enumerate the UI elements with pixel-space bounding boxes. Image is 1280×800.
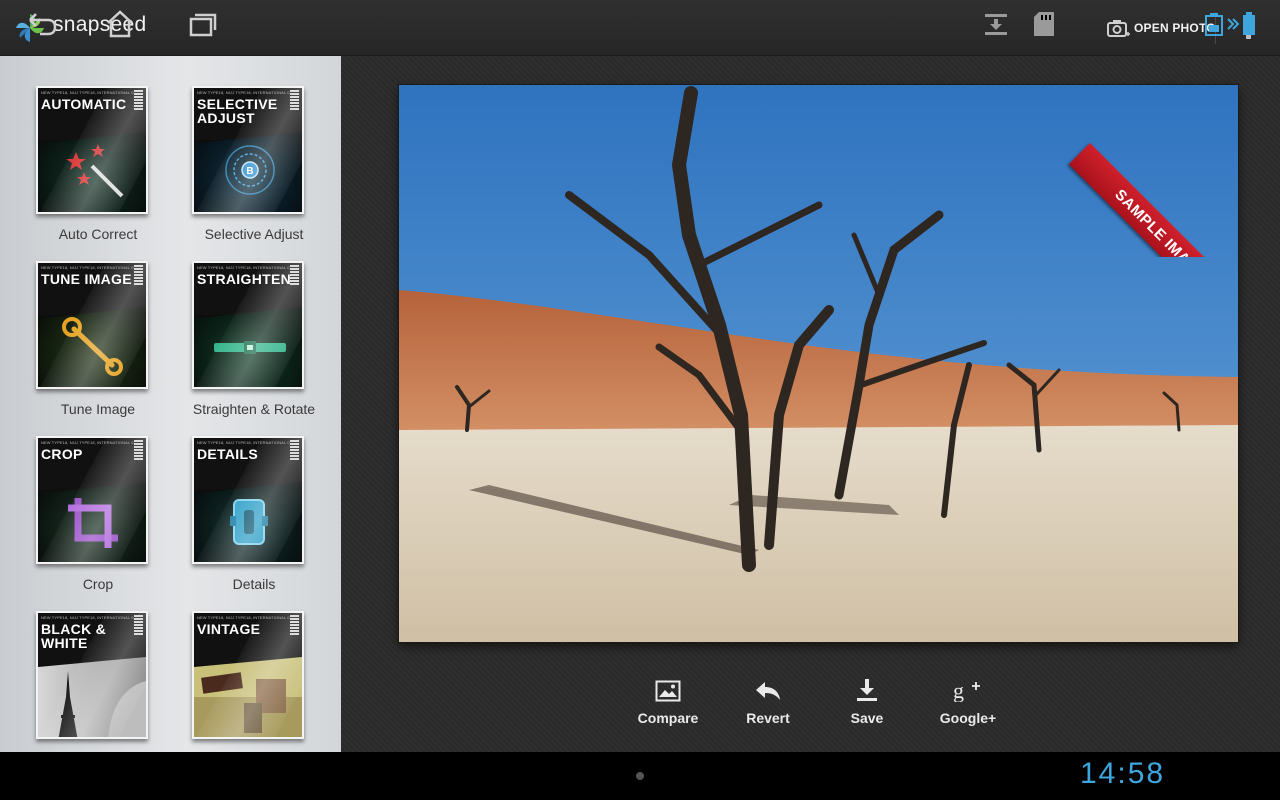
- card-label: AUTOMATIC: [41, 96, 127, 112]
- card-label: TUNE IMAGE: [41, 271, 132, 287]
- tool-card[interactable]: NEW TYPE18, NIJJ TYPE18, INTERNATIONAL 0…: [36, 261, 148, 389]
- compare-label: Compare: [637, 710, 699, 726]
- tool-name: Crop: [82, 576, 114, 592]
- google-plus-button[interactable]: g Google+: [918, 672, 1018, 732]
- camera-add-icon: [1107, 20, 1130, 37]
- keyboard-battery-icon: [1205, 13, 1223, 36]
- home-button[interactable]: [100, 8, 140, 40]
- tool-card[interactable]: NEW TYPE18, NIJJ TYPE18, INTERNATIONAL 0…: [36, 86, 148, 214]
- tool-card[interactable]: NEW TYPE18, NIJJ TYPE18, INTERNATIONAL 0…: [192, 261, 304, 389]
- recent-apps-icon: [189, 13, 217, 37]
- tool-card[interactable]: B NEW TYPE18, NIJJ TYPE18, INTERNATIONAL…: [192, 86, 304, 214]
- tool-card[interactable]: NEW TYPE18, NIJJ TYPE18, INTERNATIONAL 0…: [192, 436, 304, 564]
- back-button[interactable]: [22, 8, 62, 40]
- home-icon: [107, 10, 133, 38]
- chevrons-icon: [1227, 18, 1240, 30]
- card-label: BLACK & WHITE: [41, 621, 107, 651]
- revert-button[interactable]: Revert: [718, 672, 818, 732]
- card-fine-print: NEW TYPE18, NIJJ TYPE18, INTERNATIONAL 0: [197, 265, 290, 270]
- card-label: CROP: [41, 446, 83, 462]
- tool-card[interactable]: NEW TYPE18, NIJJ TYPE18, INTERNATIONAL 0…: [192, 611, 304, 739]
- image-icon: [655, 680, 681, 702]
- tool-name: Details: [232, 576, 276, 592]
- download-notification[interactable]: [982, 8, 1010, 40]
- card-fine-print: NEW TYPE18, NIJJ TYPE18, INTERNATIONAL 0: [197, 90, 290, 95]
- back-icon: [29, 13, 57, 36]
- undo-arrow-icon: [756, 682, 780, 700]
- nav-dot: [636, 772, 644, 780]
- battery-icon: [1243, 12, 1255, 35]
- tool-name: Tune Image: [60, 401, 136, 417]
- tool-name: Auto Correct: [58, 226, 138, 242]
- card-fine-print: NEW TYPE18, NIJJ TYPE18, INTERNATIONAL 0: [41, 440, 134, 445]
- card-label: STRAIGHTEN: [197, 271, 291, 287]
- tool-name: Selective Adjust: [204, 226, 304, 242]
- card-label: SELECTIVE ADJUST: [197, 96, 278, 126]
- compare-button[interactable]: Compare: [618, 672, 718, 732]
- save-label: Save: [850, 710, 884, 726]
- status-icons[interactable]: [1198, 8, 1262, 40]
- card-label: VINTAGE: [197, 621, 261, 637]
- card-fine-print: NEW TYPE18, NIJJ TYPE18, INTERNATIONAL 0: [41, 265, 134, 270]
- google-plus-label: Google+: [939, 710, 997, 726]
- tool-card[interactable]: NEW TYPE18, NIJJ TYPE18, INTERNATIONAL 0…: [36, 436, 148, 564]
- download-icon: [857, 679, 877, 701]
- card-fine-print: NEW TYPE18, NIJJ TYPE18, INTERNATIONAL 0: [41, 615, 134, 620]
- ribbon-label: SAMPLE IMAGE: [1111, 185, 1210, 257]
- sd-card-notification[interactable]: [1032, 8, 1056, 40]
- card-fine-print: NEW TYPE18, NIJJ TYPE18, INTERNATIONAL 0: [197, 440, 290, 445]
- tray-download-icon: [985, 14, 1007, 35]
- status-clock[interactable]: 14:58: [1080, 757, 1165, 791]
- sample-image-ribbon: SAMPLE IMAGE: [1066, 85, 1238, 257]
- revert-label: Revert: [746, 710, 790, 726]
- tools-sidebar: NEW TYPE18, NIJJ TYPE18, INTERNATIONAL 0…: [0, 56, 341, 752]
- save-button[interactable]: Save: [817, 672, 917, 732]
- card-fine-print: NEW TYPE18, NIJJ TYPE18, INTERNATIONAL 0: [41, 90, 134, 95]
- card-label: DETAILS: [197, 446, 258, 462]
- google-plus-icon: g: [953, 678, 980, 702]
- tool-card[interactable]: NEW TYPE18, NIJJ TYPE18, INTERNATIONAL 0…: [36, 611, 148, 739]
- sd-card-icon: [1034, 12, 1054, 36]
- svg-text:g: g: [953, 678, 964, 702]
- tool-name: Straighten & Rotate: [192, 401, 316, 417]
- card-fine-print: NEW TYPE18, NIJJ TYPE18, INTERNATIONAL 0: [197, 615, 290, 620]
- recent-apps-button[interactable]: [182, 8, 222, 40]
